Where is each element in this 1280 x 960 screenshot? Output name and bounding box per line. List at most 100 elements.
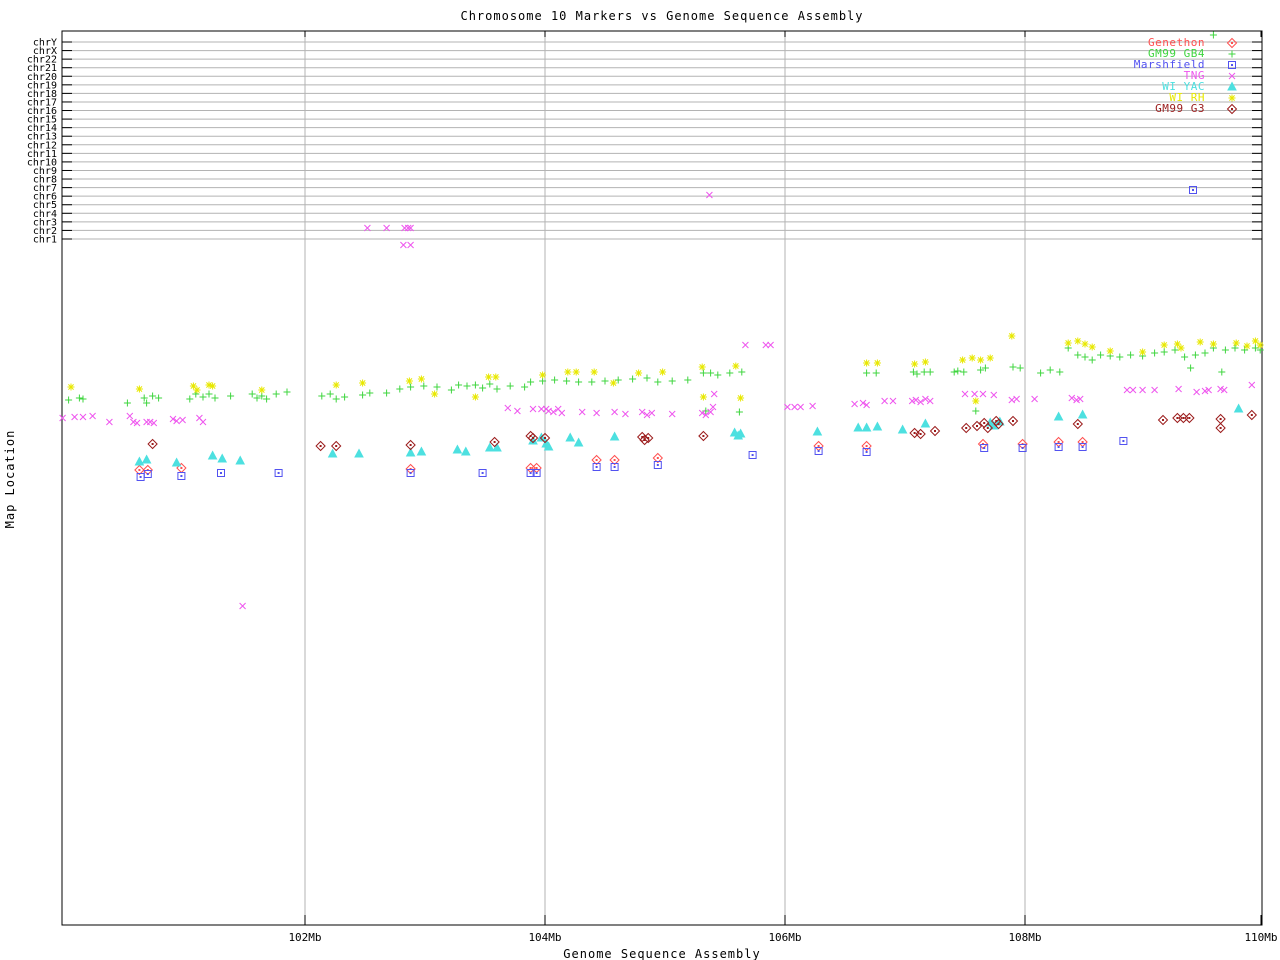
- x-tick-label: 106Mb: [768, 931, 801, 944]
- marker-wi-rh: [699, 393, 707, 401]
- marker-wi-rh: [417, 375, 425, 383]
- marker-gm99-gb4: [463, 382, 471, 390]
- marker-gm99-g3-dot: [934, 430, 936, 432]
- marker-tng: [971, 390, 978, 398]
- marker-gm99-gb4: [332, 395, 340, 403]
- marker-wi-yac: [141, 454, 152, 464]
- marker-gm99-gb4: [1218, 368, 1226, 376]
- marker-tng: [126, 412, 134, 420]
- x-tick-label: 110Mb: [1244, 931, 1277, 944]
- marker-gm99-gb4: [1171, 346, 1179, 354]
- marker-gm99-gb4: [629, 375, 637, 383]
- marker-gm99-gb4: [872, 369, 880, 377]
- marker-wi-rh: [431, 390, 439, 398]
- marker-wi-yac: [872, 421, 883, 431]
- marker-marshfield-dot: [220, 472, 222, 474]
- marker-gm99-gb4: [407, 383, 415, 391]
- marker-wi-rh: [258, 386, 266, 394]
- marker-tng: [979, 390, 987, 398]
- legend-marker-genethon-dot: [1231, 42, 1233, 44]
- marker-wi-rh: [1256, 341, 1264, 349]
- marker-gm99-gb4: [1116, 353, 1124, 361]
- marker-tng: [767, 341, 774, 349]
- marker-wi-rh: [911, 360, 919, 368]
- marker-gm99-gb4: [643, 374, 651, 382]
- marker-tng: [1031, 395, 1038, 403]
- marker-wi-rh: [635, 369, 643, 377]
- marker-wi-rh: [968, 354, 976, 362]
- marker-gm99-gb4: [149, 392, 157, 400]
- marker-wi-rh: [986, 354, 994, 362]
- marker-wi-rh: [485, 373, 493, 381]
- chart-title: Chromosome 10 Markers vs Genome Sequence…: [460, 9, 864, 23]
- marker-gm99-gb4: [575, 378, 583, 386]
- marker-wi-rh: [193, 386, 201, 394]
- marker-wi-rh: [977, 356, 985, 364]
- marker-marshfield-dot: [1081, 446, 1084, 448]
- marker-gm99-gb4: [283, 388, 291, 396]
- marker-tng: [1248, 381, 1256, 389]
- marker-gm99-gb4: [1046, 366, 1054, 374]
- marker-gm99-gb4: [479, 384, 487, 392]
- marker-wi-rh: [659, 368, 667, 376]
- marker-gm99-g3-dot: [493, 441, 496, 443]
- marker-wi-rh: [1106, 347, 1114, 355]
- marker-gm99-g3-dot: [151, 443, 154, 445]
- marker-gm99-gb4: [263, 395, 271, 403]
- marker-gm99-gb4: [493, 385, 501, 393]
- x-axis-label: Genome Sequence Assembly: [563, 947, 761, 960]
- marker-tng: [1175, 385, 1182, 393]
- marker-wi-yac: [235, 455, 246, 465]
- marker-wi-rh: [1232, 339, 1240, 347]
- marker-wi-rh: [471, 393, 479, 401]
- marker-wi-rh: [590, 368, 598, 376]
- marker-gm99-g3-dot: [986, 427, 989, 429]
- marker-wi-rh: [609, 379, 617, 387]
- marker-marshfield-dot: [481, 472, 484, 474]
- marker-gm99-gb4: [735, 408, 743, 416]
- marker-wi-rh: [959, 356, 967, 364]
- marker-wi-rh: [921, 358, 929, 366]
- y-axis-label: Map Location: [3, 429, 17, 529]
- marker-gm99-gb4: [79, 395, 87, 403]
- marker-tng: [881, 397, 888, 405]
- marker-tng: [593, 409, 600, 417]
- marker-gm99-gb4: [563, 377, 571, 385]
- marker-marshfield-dot: [656, 464, 659, 466]
- marker-gm99-g3-dot: [1182, 417, 1185, 419]
- marker-gm99-g3-dot: [997, 423, 1000, 425]
- marker-gm99-gb4: [1187, 364, 1195, 372]
- marker-wi-rh: [737, 394, 745, 402]
- marker-tng: [1013, 395, 1020, 403]
- marker-gm99-gb4: [75, 394, 83, 402]
- marker-tng: [558, 409, 566, 417]
- marker-gm99-g3-dot: [1176, 417, 1179, 419]
- legend-marker-wi-yac: [1227, 81, 1237, 91]
- marker-gm99-gb4: [699, 369, 707, 377]
- marker-marshfield-dot: [1021, 447, 1024, 449]
- marker-marshfield-dot: [1122, 440, 1125, 442]
- marker-tng: [990, 391, 998, 399]
- marker-gm99-gb4: [186, 395, 194, 403]
- marker-tng: [407, 241, 414, 249]
- marker-gm99-g3-dot: [1219, 427, 1222, 429]
- marker-gm99-gb4: [65, 396, 73, 404]
- marker-wi-rh: [67, 383, 75, 391]
- marker-tng: [400, 241, 407, 249]
- marker-marshfield-dot: [817, 450, 820, 452]
- marker-wi-rh: [1243, 342, 1251, 350]
- marker-gm99-gb4: [588, 378, 596, 386]
- marker-marshfield-dot: [146, 473, 149, 475]
- legend-label-gm99-g3: GM99 G3: [1155, 102, 1205, 115]
- marker-gm99-g3-dot: [965, 427, 968, 429]
- marker-tng: [106, 418, 113, 426]
- marker-wi-rh: [863, 359, 871, 367]
- marker-tng: [851, 400, 858, 408]
- marker-gm99-gb4: [471, 381, 479, 389]
- marker-gm99-gb4: [668, 377, 676, 385]
- marker-wi-rh: [1251, 337, 1259, 345]
- marker-wi-yac: [327, 448, 338, 458]
- marker-marshfield-dot: [1057, 446, 1060, 448]
- marker-marshfield-dot: [613, 466, 616, 468]
- marker-genethon-dot: [1057, 441, 1060, 443]
